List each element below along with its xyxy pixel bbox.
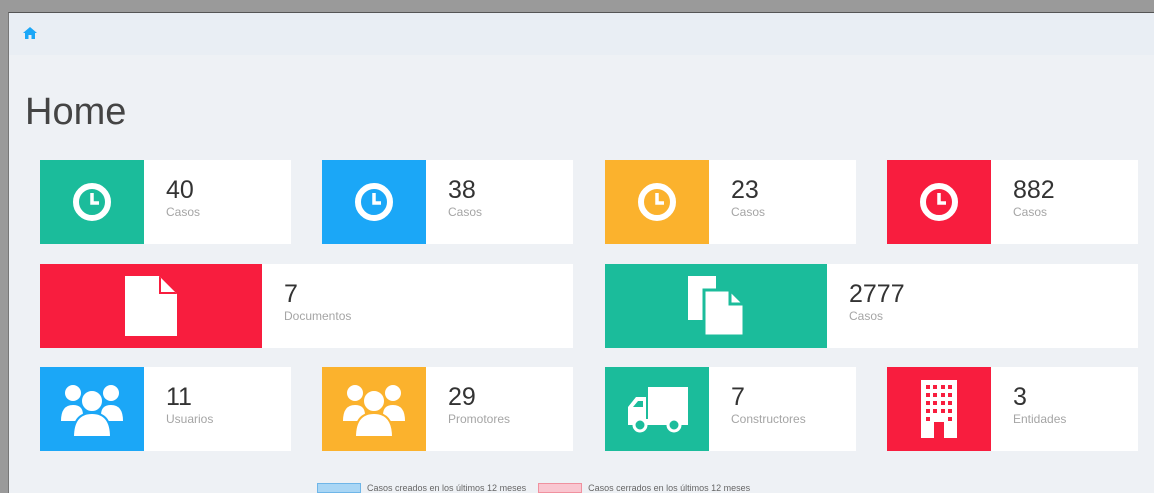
- clock-icon: [73, 183, 111, 221]
- tile-label: Casos: [849, 309, 884, 323]
- tile-value: 882: [1013, 176, 1055, 204]
- stat-tile-promotores[interactable]: 29 Promotores: [322, 367, 573, 451]
- users-icon: [343, 385, 405, 437]
- tile-value: 7: [731, 383, 745, 411]
- legend-swatch-created: [317, 483, 361, 493]
- tile-value: 40: [166, 176, 194, 204]
- tile-label: Promotores: [448, 412, 511, 426]
- tile-label: Casos: [448, 205, 483, 219]
- tile-value: 7: [284, 280, 298, 308]
- stat-tile-entidades[interactable]: 3 Entidades: [887, 367, 1138, 451]
- clock-icon: [638, 183, 676, 221]
- tile-value: 2777: [849, 280, 905, 308]
- tile-value: 38: [448, 176, 476, 204]
- stat-tile-casos-red[interactable]: 882 Casos: [887, 160, 1138, 244]
- tile-label: Usuarios: [166, 412, 214, 426]
- building-icon: [921, 380, 957, 438]
- legend-label-closed: Casos cerrados en los últimos 12 meses: [588, 483, 751, 493]
- legend-label-created: Casos creados en los últimos 12 meses: [367, 483, 527, 493]
- page-title: Home: [25, 91, 127, 133]
- tile-value: 3: [1013, 383, 1027, 411]
- stat-tile-documentos[interactable]: 7 Documentos: [40, 264, 573, 348]
- tile-label: Documentos: [284, 309, 352, 323]
- legend-item-closed[interactable]: Casos cerrados en los últimos 12 meses: [538, 483, 750, 493]
- home-icon[interactable]: [23, 27, 37, 39]
- stat-tile-constructores[interactable]: 7 Constructores: [605, 367, 856, 451]
- tile-value: 11: [166, 383, 192, 411]
- tile-value: 29: [448, 383, 476, 411]
- legend-item-created[interactable]: Casos creados en los últimos 12 meses: [317, 483, 526, 493]
- stat-tile-casos-orange[interactable]: 23 Casos: [605, 160, 856, 244]
- breadcrumb-bar: [9, 13, 1154, 55]
- stat-tile-casos-blue[interactable]: 38 Casos: [322, 160, 573, 244]
- tile-label: Casos: [1013, 205, 1048, 219]
- tile-label: Entidades: [1013, 412, 1067, 426]
- dashboard-frame: Home 40 Casos 38 Casos 23 Casos 882 Caso…: [8, 12, 1154, 493]
- tile-icon-box: [40, 367, 144, 451]
- tile-icon-box: [887, 367, 991, 451]
- tile-icon-box: [40, 264, 262, 348]
- tile-icon-box: [605, 264, 827, 348]
- tile-icon-box: [40, 160, 144, 244]
- file-icon: [125, 276, 177, 336]
- clock-icon: [920, 183, 958, 221]
- tile-label: Constructores: [731, 412, 806, 426]
- tile-icon-box: [322, 160, 426, 244]
- chart-legend: Casos creados en los últimos 12 meses Ca…: [317, 481, 756, 493]
- tile-icon-box: [322, 367, 426, 451]
- stat-tile-usuarios[interactable]: 11 Usuarios: [40, 367, 291, 451]
- copy-files-icon: [688, 276, 746, 336]
- tile-value: 23: [731, 176, 759, 204]
- tile-icon-box: [605, 367, 709, 451]
- tile-label: Casos: [166, 205, 201, 219]
- clock-icon: [355, 183, 393, 221]
- tile-icon-box: [887, 160, 991, 244]
- legend-swatch-closed: [538, 483, 583, 493]
- tile-icon-box: [605, 160, 709, 244]
- tile-label: Casos: [731, 205, 766, 219]
- truck-icon: [628, 387, 688, 433]
- stat-tile-casos-total[interactable]: 2777 Casos: [605, 264, 1138, 348]
- users-icon: [61, 385, 123, 437]
- stat-tile-casos-green[interactable]: 40 Casos: [40, 160, 291, 244]
